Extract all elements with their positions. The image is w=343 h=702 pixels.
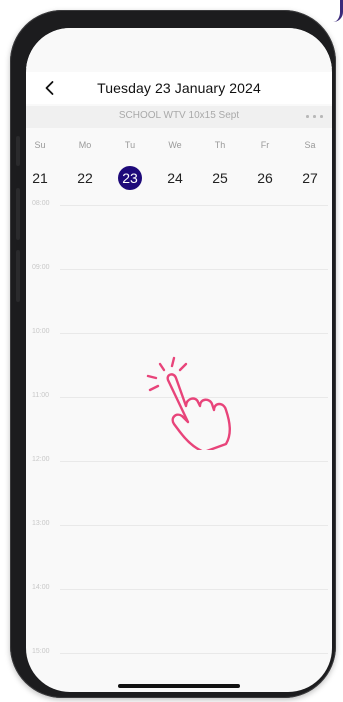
date-number: 27	[302, 170, 318, 186]
tap-hand-icon	[130, 340, 240, 454]
hour-label: 13:00	[32, 520, 50, 527]
date-cell[interactable]: 27	[296, 164, 324, 192]
phone-mute-switch	[16, 136, 20, 166]
date-cell[interactable]: 25	[206, 164, 234, 192]
weekday-label: Sa	[304, 140, 316, 150]
hour-label: 15:00	[32, 648, 50, 655]
hour-label: 11:00	[32, 392, 49, 399]
hour-label: 10:00	[32, 328, 50, 335]
phone-volume-up	[16, 188, 20, 240]
hour-divider	[60, 653, 328, 654]
hour-row: 13:00	[26, 520, 332, 532]
status-bar	[26, 28, 332, 68]
corner-decoration	[322, 0, 343, 22]
phone-volume-down	[16, 250, 20, 302]
weekday-label: Th	[214, 140, 226, 150]
hour-label: 09:00	[32, 264, 50, 271]
date-cell[interactable]: 26	[251, 164, 279, 192]
hour-row: 09:00	[26, 264, 332, 276]
hour-row: 15:00	[26, 648, 332, 660]
date-number: 22	[77, 170, 93, 186]
date-number: 25	[212, 170, 228, 186]
date-cell[interactable]: 22	[71, 164, 99, 192]
weekday-row: Su Mo Tu We Th Fr Sa	[26, 140, 332, 152]
weekday-label: Tu	[124, 140, 136, 150]
calendar-subbar: SCHOOL WTV 10x15 Sept	[26, 106, 332, 128]
hour-divider	[60, 205, 328, 206]
hour-label: 08:00	[32, 200, 50, 207]
hour-divider	[60, 589, 328, 590]
weekday-label: Mo	[78, 140, 92, 150]
hour-divider	[60, 269, 328, 270]
date-number: 23	[122, 170, 138, 186]
weekday-label: We	[168, 140, 182, 150]
hour-divider	[60, 461, 328, 462]
home-indicator	[118, 684, 240, 688]
weekday-label: Su	[34, 140, 46, 150]
hour-label: 14:00	[32, 584, 50, 591]
date-cell-selected[interactable]: 23	[116, 164, 144, 192]
date-number: 26	[257, 170, 273, 186]
date-row: 21 22 23 24 25 26 27	[26, 164, 332, 192]
hour-row: 08:00	[26, 200, 332, 212]
date-cell[interactable]: 21	[26, 164, 54, 192]
date-number: 21	[32, 170, 48, 186]
hour-label: 12:00	[32, 456, 50, 463]
page-title: Tuesday 23 January 2024	[97, 80, 261, 96]
more-icon[interactable]	[306, 113, 324, 119]
hour-row: 10:00	[26, 328, 332, 340]
hour-divider	[60, 333, 328, 334]
hour-row: 12:00	[26, 456, 332, 468]
hour-divider	[60, 525, 328, 526]
calendar-name: SCHOOL WTV 10x15 Sept	[118, 110, 240, 121]
date-cell[interactable]: 24	[161, 164, 189, 192]
hour-row: 14:00	[26, 584, 332, 596]
weekday-label: Fr	[260, 140, 270, 150]
app-header: Tuesday 23 January 2024	[26, 72, 332, 104]
date-number: 24	[167, 170, 183, 186]
